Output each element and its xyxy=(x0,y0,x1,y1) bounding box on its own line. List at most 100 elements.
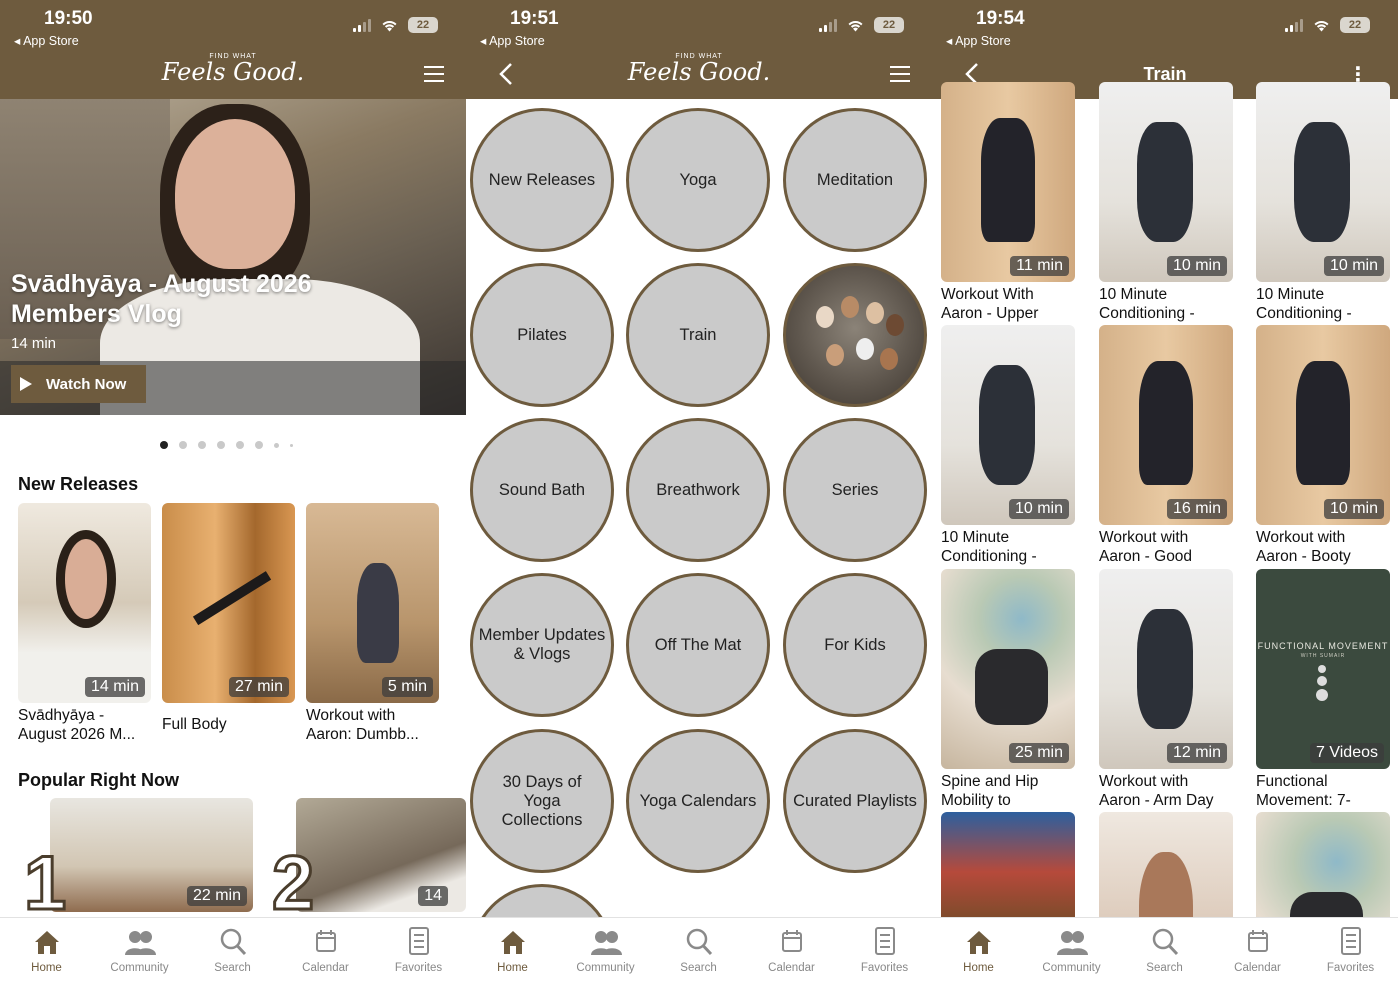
tab-home[interactable]: Home xyxy=(932,924,1025,974)
new-release-thumb[interactable]: 5 min xyxy=(306,503,439,703)
carousel-dot[interactable] xyxy=(290,443,293,447)
video-caption[interactable]: Workout With Aaron - Upper xyxy=(941,286,1091,323)
category-for-kids[interactable]: For Kids xyxy=(783,573,927,717)
brand-logo[interactable]: FIND WHAT Feels Good. xyxy=(466,53,932,85)
new-release-thumb[interactable]: 14 min xyxy=(18,503,151,703)
popular-thumb[interactable]: 22 min xyxy=(50,798,253,912)
app-header: 19:50 ◂ App Store 22 FIND WHAT Feels Goo… xyxy=(0,0,466,99)
carousel-dot[interactable] xyxy=(179,441,187,449)
video-thumb[interactable]: 25 min xyxy=(941,569,1075,769)
duration-badge: 14 min xyxy=(84,677,145,697)
video-thumb[interactable]: 16 min xyxy=(1099,325,1233,525)
video-caption[interactable]: Workout with Aaron - Booty xyxy=(1256,529,1398,566)
tab-search[interactable]: Search xyxy=(1118,924,1211,974)
video-thumb[interactable]: 10 min xyxy=(941,325,1075,525)
tab-calendar[interactable]: Calendar xyxy=(1211,924,1304,974)
duration-badge: 16 min xyxy=(1166,499,1227,519)
menu-icon[interactable] xyxy=(890,66,910,82)
video-caption[interactable]: 10 Minute Conditioning - xyxy=(1099,286,1249,323)
home-screen: 19:50 ◂ App Store 22 FIND WHAT Feels Goo… xyxy=(0,0,466,1008)
video-caption[interactable]: Functional Movement: 7- xyxy=(1256,773,1398,810)
new-release-thumb[interactable]: 27 min xyxy=(162,503,295,703)
video-caption[interactable]: Workout with Aaron - Good xyxy=(1099,529,1249,566)
carousel-dot[interactable] xyxy=(274,442,279,448)
video-thumb[interactable]: 12 min xyxy=(1099,569,1233,769)
back-to-app-store[interactable]: ◂ App Store xyxy=(946,33,1011,48)
video-caption[interactable]: 10 Minute Conditioning - xyxy=(941,529,1091,566)
category-off-the-mat[interactable]: Off The Mat xyxy=(626,573,770,717)
community-icon xyxy=(124,931,156,955)
video-thumb[interactable]: 10 min xyxy=(1256,325,1390,525)
carousel-dot[interactable] xyxy=(236,441,244,449)
video-thumb[interactable]: 10 min xyxy=(1256,82,1390,282)
duration-badge: 5 min xyxy=(381,677,433,697)
watch-now-button[interactable]: Watch Now xyxy=(11,365,146,403)
tab-favorites[interactable]: Favorites xyxy=(372,924,465,974)
home-icon xyxy=(34,931,59,954)
tab-community[interactable]: Community xyxy=(93,924,186,974)
category-member-updates[interactable]: Member Updates & Vlogs xyxy=(470,573,614,717)
popular-thumb[interactable]: 14 xyxy=(296,798,466,912)
series-dot-icon xyxy=(1318,665,1326,673)
category-yoga-calendars[interactable]: Yoga Calendars xyxy=(626,729,770,873)
cellular-signal-icon xyxy=(819,18,837,32)
tab-bar: Home Community Search Calendar Favorites xyxy=(932,917,1398,1008)
tab-home[interactable]: Home xyxy=(0,924,93,974)
tab-community[interactable]: Community xyxy=(1025,924,1118,974)
duration-badge: 27 min xyxy=(228,677,289,697)
new-release-caption[interactable]: Workout with Aaron: Dumbb... xyxy=(306,706,419,744)
tab-calendar[interactable]: Calendar xyxy=(745,924,838,974)
tab-favorites[interactable]: Favorites xyxy=(1304,924,1397,974)
tab-search[interactable]: Search xyxy=(652,924,745,974)
category-community-photo[interactable] xyxy=(783,263,927,407)
video-caption[interactable]: Spine and Hip Mobility to xyxy=(941,773,1091,810)
tab-label: Favorites xyxy=(860,962,909,974)
duration-badge: 10 min xyxy=(1323,256,1384,276)
status-icons: 22 xyxy=(353,17,438,33)
series-thumb[interactable]: FUNCTIONAL MOVEMENT WITH SUMAIR 7 Videos xyxy=(1256,569,1390,769)
carousel-dot[interactable] xyxy=(160,441,168,449)
wifi-icon xyxy=(1314,20,1329,31)
back-app-label: App Store xyxy=(955,34,1011,48)
category-pilates[interactable]: Pilates xyxy=(470,263,614,407)
video-thumb[interactable]: 10 min xyxy=(1099,82,1233,282)
watch-now-label: Watch Now xyxy=(46,375,127,393)
carousel-dot[interactable] xyxy=(217,441,225,449)
category-30-days-of-yoga[interactable]: 30 Days of Yoga Collections xyxy=(470,729,614,873)
category-meditation[interactable]: Meditation xyxy=(783,108,927,252)
video-thumb[interactable]: 11 min xyxy=(941,82,1075,282)
caption-line: Movement: 7- xyxy=(1256,791,1351,809)
video-caption[interactable]: Workout with Aaron - Arm Day xyxy=(1099,773,1249,810)
tab-community[interactable]: Community xyxy=(559,924,652,974)
tab-home[interactable]: Home xyxy=(466,924,559,974)
new-release-caption[interactable]: Full Body xyxy=(162,715,227,734)
category-breathwork[interactable]: Breathwork xyxy=(626,418,770,562)
category-yoga[interactable]: Yoga xyxy=(626,108,770,252)
category-train[interactable]: Train xyxy=(626,263,770,407)
tab-search[interactable]: Search xyxy=(186,924,279,974)
back-to-app-store[interactable]: ◂ App Store xyxy=(480,33,545,48)
tab-label: Community xyxy=(110,962,169,974)
tab-favorites[interactable]: Favorites xyxy=(838,924,931,974)
search-icon xyxy=(220,928,246,956)
caption-line: Aaron - Arm Day xyxy=(1099,791,1214,809)
caption-line: Full Body xyxy=(162,716,227,733)
logo-wordmark: Feels Good. xyxy=(627,58,771,86)
tab-calendar[interactable]: Calendar xyxy=(279,924,372,974)
back-to-app-store[interactable]: ◂ App Store xyxy=(14,33,79,48)
community-icon xyxy=(590,931,622,955)
caption-line: Svādhyāya - xyxy=(18,707,105,724)
carousel-dot[interactable] xyxy=(198,441,206,449)
category-series[interactable]: Series xyxy=(783,418,927,562)
brand-logo[interactable]: FIND WHAT Feels Good. xyxy=(0,53,466,85)
hero-banner[interactable]: Svādhyāya - August 2026 Members Vlog 14 … xyxy=(0,99,466,415)
category-new-releases[interactable]: New Releases xyxy=(470,108,614,252)
new-release-caption[interactable]: Svādhyāya - August 2026 M... xyxy=(18,706,135,744)
carousel-dots[interactable] xyxy=(160,441,293,449)
video-caption[interactable]: 10 Minute Conditioning - xyxy=(1256,286,1398,323)
menu-icon[interactable] xyxy=(424,66,444,82)
tab-bar: Home Community Search Calendar Favorites xyxy=(466,917,932,1008)
category-curated-playlists[interactable]: Curated Playlists xyxy=(783,729,927,873)
category-sound-bath[interactable]: Sound Bath xyxy=(470,418,614,562)
carousel-dot[interactable] xyxy=(255,441,263,449)
